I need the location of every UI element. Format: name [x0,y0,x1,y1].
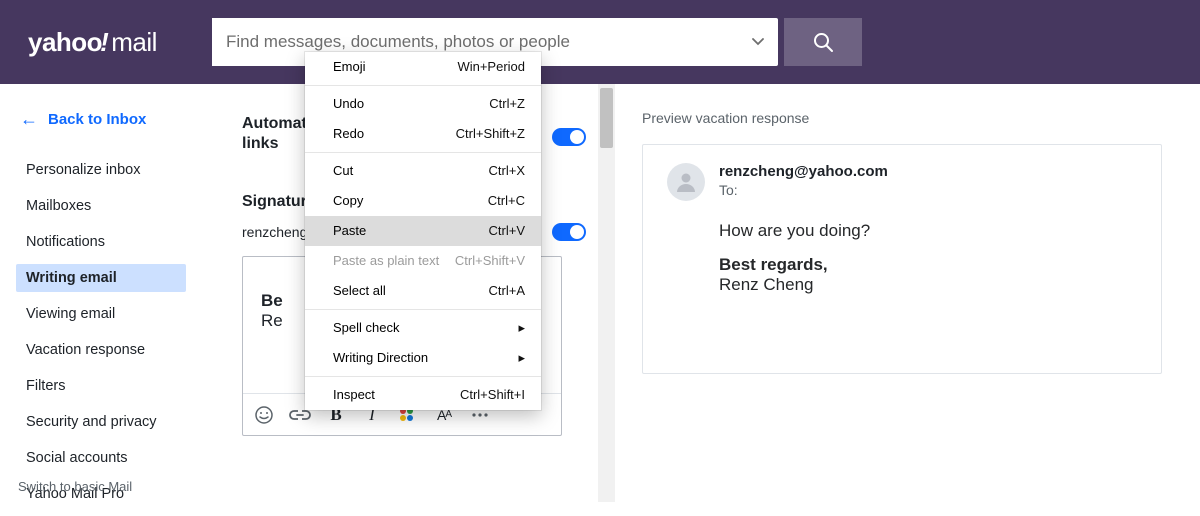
preview-body: How are you doing? Best regards, Renz Ch… [719,221,1137,295]
preview-body-line3: Renz Cheng [719,275,1137,295]
ctx-emoji[interactable]: Emoji Win+Period [305,52,541,82]
ctx-inspect[interactable]: Inspect Ctrl+Shift+I [305,380,541,410]
ctx-writing-direction[interactable]: Writing Direction ▸ [305,343,541,373]
chevron-down-icon [752,38,764,46]
ctx-separator [305,309,541,310]
ctx-separator [305,85,541,86]
sidebar-item-social[interactable]: Social accounts [0,444,212,472]
ctx-separator [305,376,541,377]
scrollbar-thumb[interactable] [600,88,613,148]
back-label: Back to Inbox [48,111,146,128]
ctx-copy[interactable]: Copy Ctrl+C [305,186,541,216]
ctx-separator [305,152,541,153]
preview-body-line1: How are you doing? [719,221,1137,241]
sidebar-item-personalize[interactable]: Personalize inbox [0,156,212,184]
back-to-inbox-link[interactable]: ← Back to Inbox [0,104,212,134]
switch-to-basic-link[interactable]: Switch to basic Mail [18,469,218,494]
settings-sidebar: ← Back to Inbox Personalize inbox Mailbo… [0,84,212,516]
sidebar-item-notifications[interactable]: Notifications [0,228,212,256]
sidebar-item-mailboxes[interactable]: Mailboxes [0,192,212,220]
auto-links-toggle[interactable] [552,128,586,146]
ctx-paste[interactable]: Paste Ctrl+V [305,216,541,246]
signature-user-label: renzcheng [242,224,307,240]
toolbar-emoji-button[interactable] [253,404,275,426]
smile-icon [254,405,274,425]
sidebar-item-writing-email[interactable]: Writing email [16,264,186,292]
auto-links-title-line2: links [242,135,278,152]
auto-links-title-line1: Automat [242,115,307,132]
search-dropdown-caret[interactable] [737,18,778,66]
user-icon [674,170,698,194]
chevron-right-icon: ▸ [518,318,525,338]
ctx-redo[interactable]: Redo Ctrl+Shift+Z [305,119,541,149]
chevron-right-icon: ▸ [518,348,525,368]
sidebar-item-vacation-response[interactable]: Vacation response [0,336,212,364]
logo: yahoo ! mail [28,27,157,58]
ctx-spellcheck[interactable]: Spell check ▸ [305,313,541,343]
app-header: yahoo ! mail [0,0,1200,84]
preview-title: Preview vacation response [642,110,1172,126]
search-button[interactable] [784,18,862,66]
sidebar-item-viewing-email[interactable]: Viewing email [0,300,212,328]
search-icon [812,31,834,53]
settings-scrollbar[interactable] [598,84,615,502]
ellipsis-icon [471,412,489,418]
ctx-paste-plain[interactable]: Paste as plain text Ctrl+Shift+V [305,246,541,276]
ctx-cut[interactable]: Cut Ctrl+X [305,156,541,186]
signature-toggle[interactable] [552,223,586,241]
ctx-undo[interactable]: Undo Ctrl+Z [305,89,541,119]
logo-brand: yahoo [28,27,102,58]
sidebar-item-filters[interactable]: Filters [0,372,212,400]
preview-to-label: To: [719,182,888,198]
preview-from: renzcheng@yahoo.com [719,163,888,180]
ctx-select-all[interactable]: Select all Ctrl+A [305,276,541,306]
vacation-preview-panel: Preview vacation response renzcheng@yaho… [642,110,1172,374]
arrow-left-icon: ← [20,110,38,128]
settings-nav-list: Personalize inbox Mailboxes Notification… [0,156,212,508]
logo-suffix: mail [111,27,157,58]
context-menu: Emoji Win+Period Undo Ctrl+Z Redo Ctrl+S… [305,52,541,410]
preview-header: renzcheng@yahoo.com To: [667,163,1137,201]
preview-message-box: renzcheng@yahoo.com To: How are you doin… [642,144,1162,374]
logo-bang: ! [100,27,108,58]
preview-body-line2: Best regards, [719,255,1137,275]
sidebar-item-security[interactable]: Security and privacy [0,408,212,436]
avatar [667,163,705,201]
